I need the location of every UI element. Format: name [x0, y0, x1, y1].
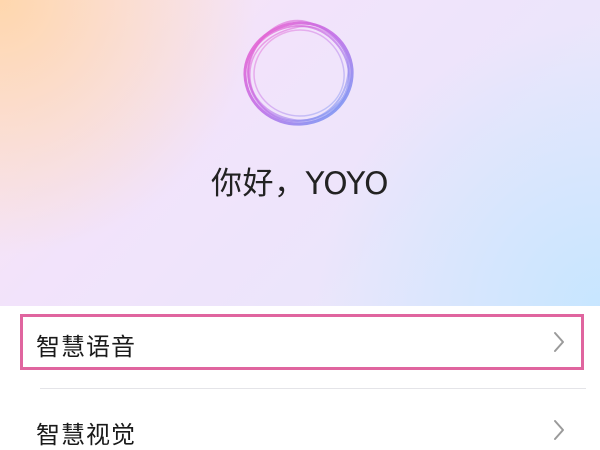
menu-item-label: 智慧语音 — [36, 333, 136, 361]
menu-item-smart-voice[interactable]: 智慧语音 — [20, 314, 584, 370]
list-divider — [40, 388, 586, 389]
chevron-right-icon — [554, 420, 564, 440]
assistant-hero: 你好，YOYO — [0, 0, 600, 306]
menu-item-smart-vision[interactable]: 智慧视觉 — [20, 402, 584, 450]
menu-item-label: 智慧视觉 — [36, 421, 136, 449]
assistant-screen: 你好，YOYO 智慧语音 智慧视觉 — [0, 0, 600, 450]
settings-list: 智慧语音 智慧视觉 — [0, 306, 600, 450]
greeting-text: 你好，YOYO — [210, 166, 390, 202]
voice-orb-icon[interactable] — [236, 14, 362, 132]
chevron-right-icon — [554, 332, 564, 352]
